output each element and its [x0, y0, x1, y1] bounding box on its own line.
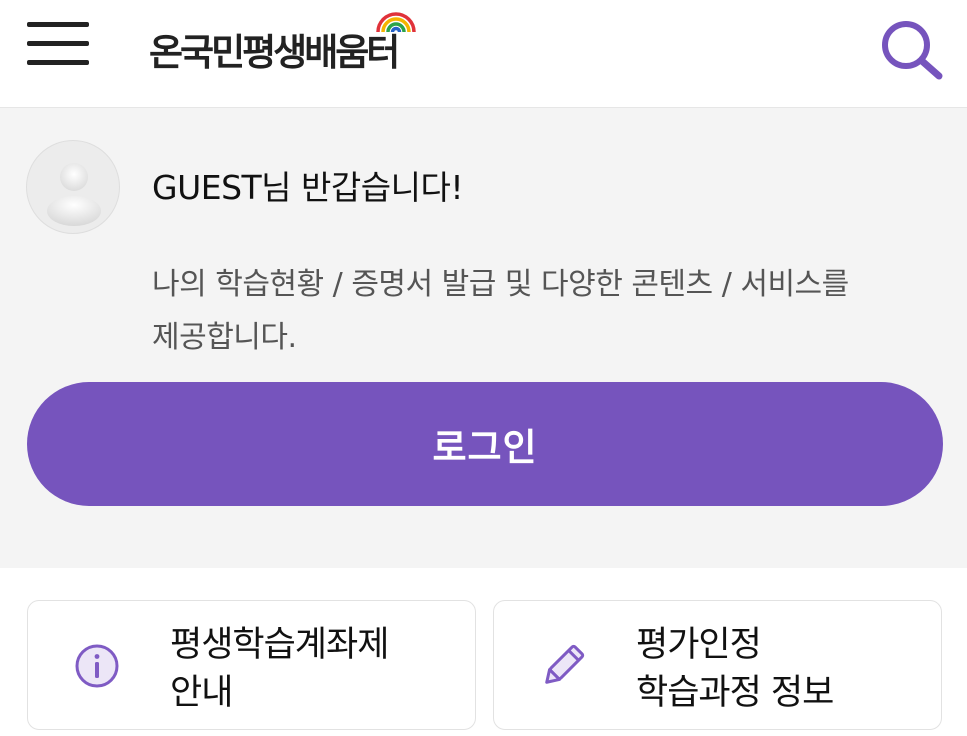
greeting-text: GUEST님 반갑습니다!: [152, 168, 464, 207]
profile-panel: GUEST님 반갑습니다! 나의 학습현황 / 증명서 발급 및 다양한 콘텐츠…: [0, 108, 967, 568]
card-accredited-course-info[interactable]: 평가인정 학습과정 정보: [493, 600, 942, 730]
search-icon[interactable]: [878, 18, 946, 80]
card-label: 평생학습계좌제 안내: [170, 625, 389, 713]
app-header: 온국민평생배움터: [0, 0, 967, 108]
logo-text: 온국민평생배움터: [149, 31, 400, 74]
menu-line: [27, 60, 89, 65]
menu-line: [27, 22, 89, 27]
menu-line: [27, 41, 89, 46]
pencil-icon: [545, 644, 585, 684]
user-avatar-icon: [26, 140, 120, 234]
profile-description: 나의 학습현황 / 증명서 발급 및 다양한 콘텐츠 / 서비스를 제공합니다.: [152, 267, 849, 355]
card-lifelong-learning-account[interactable]: 평생학습계좌제 안내: [27, 600, 476, 730]
site-logo[interactable]: 온국민평생배움터: [149, 8, 424, 78]
hamburger-menu-icon[interactable]: [27, 18, 91, 70]
info-icon: [75, 644, 119, 688]
search-glyph: [882, 21, 943, 80]
card-label: 평가인정 학습과정 정보: [636, 625, 834, 713]
login-button[interactable]: 로그인: [27, 382, 943, 506]
